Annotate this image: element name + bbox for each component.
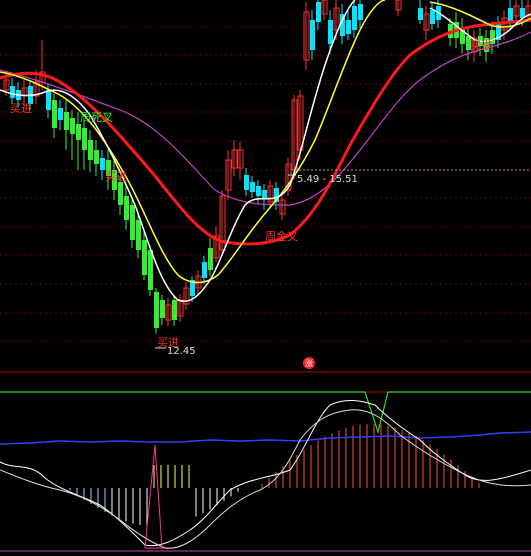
candle-body: [154, 292, 159, 328]
death-cross-label: 周死叉: [80, 111, 113, 124]
candle-body: [82, 128, 87, 150]
candle-body: [130, 205, 135, 240]
candle-body: [346, 20, 351, 34]
signal-buy-1: 买进: [10, 102, 32, 115]
candle-body: [160, 300, 165, 318]
low-price-label: 12.45: [167, 346, 196, 357]
range-label: 5.49 - 15.51: [297, 174, 358, 185]
candle-body: [430, 10, 435, 24]
candle-body: [64, 112, 69, 130]
candle-body: [142, 240, 147, 275]
signal-buy-4: 买进: [470, 39, 492, 52]
candle-body: [508, 8, 513, 22]
candle-body: [244, 175, 249, 190]
golden-cross-label: 周金叉: [265, 229, 298, 243]
zhang-badge: 涨: [303, 357, 315, 369]
candle-body: [136, 220, 141, 250]
candle-body: [148, 250, 153, 290]
candle-body: [418, 8, 423, 20]
candle-body: [262, 190, 267, 198]
candle-body: [94, 150, 99, 164]
candle-body: [52, 100, 57, 128]
candle-body: [124, 196, 129, 220]
candle-body: [118, 182, 123, 205]
candle-body: [328, 20, 333, 44]
candle-body: [316, 2, 321, 22]
stock-chart: 涨 买进 周死叉 买进 买进 周金叉 买进 12.45 5.49 - 15.51: [0, 0, 531, 556]
candle-body: [250, 182, 255, 192]
candle-body: [358, 4, 363, 20]
candle-body: [88, 140, 93, 160]
candle-body: [310, 20, 315, 50]
signal-buy-2: 买进: [105, 170, 127, 183]
candle-body: [202, 262, 207, 278]
candle-body: [76, 124, 81, 140]
candle-body: [10, 86, 15, 98]
candle-body: [100, 158, 105, 170]
candle-body: [256, 186, 261, 196]
candle-body: [172, 300, 177, 320]
candle-body: [58, 108, 63, 120]
candle-body: [70, 118, 75, 134]
candle-body: [352, 6, 357, 30]
candle-body: [46, 90, 51, 110]
svg-text:涨: 涨: [305, 358, 313, 368]
candle-body: [208, 248, 213, 270]
